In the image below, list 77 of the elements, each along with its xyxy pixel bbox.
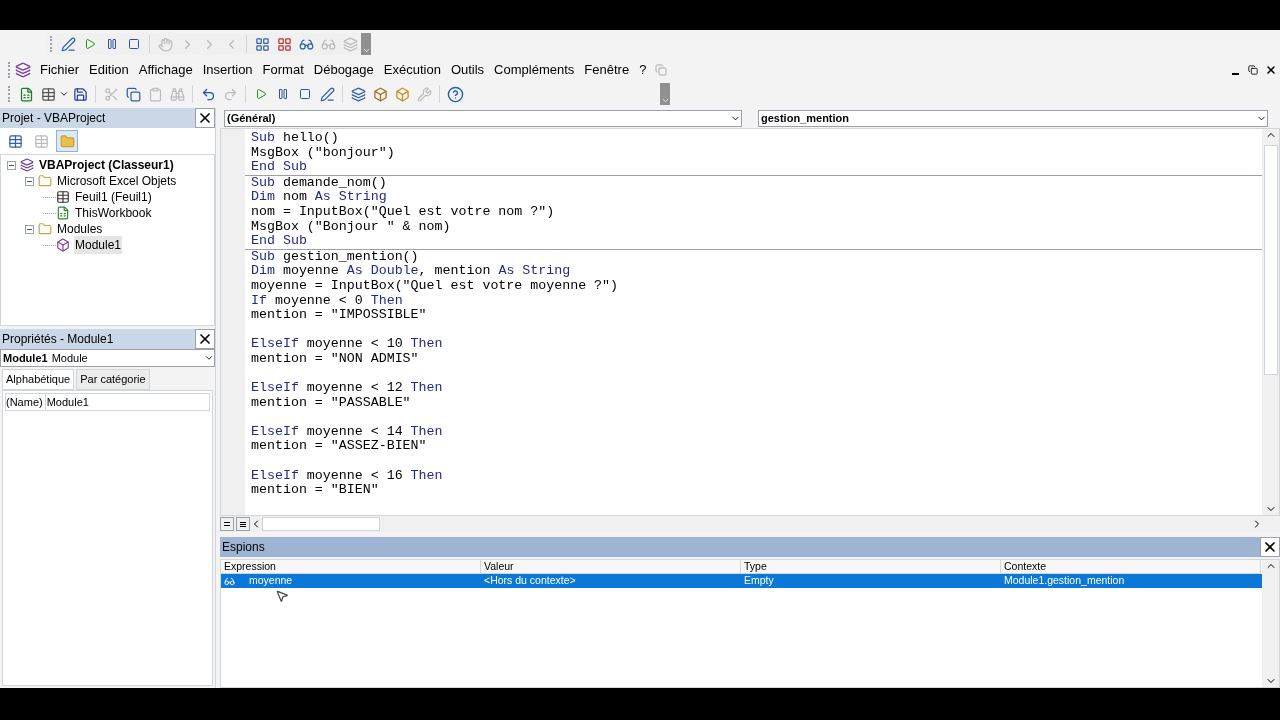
procedure-combo[interactable]: gestion_mention	[758, 109, 1268, 127]
code-line: mention = "IMPOSSIBLE"	[251, 308, 427, 323]
collapse-icon[interactable]	[7, 160, 16, 170]
code-line: Sub gestion_mention()	[251, 249, 419, 265]
code-line: Dim nom As String	[251, 190, 387, 205]
tab[interactable]: Par catégorie	[76, 369, 150, 390]
code-line: nom = InputBox("Quel est votre nom ?")	[251, 204, 555, 220]
menu-item[interactable]: ?	[634, 60, 652, 80]
mouse-cursor-icon	[275, 589, 289, 603]
menu-item[interactable]: Format	[257, 60, 309, 80]
full-module-view-icon[interactable]	[236, 517, 250, 531]
code-line: ElseIf moyenne < 12 Then	[251, 381, 443, 396]
column-header[interactable]: Type	[741, 560, 1001, 574]
code-line: If moyenne < 0 Then	[251, 293, 403, 309]
menu-item[interactable]: Exécution	[378, 60, 446, 80]
vertical-scrollbar[interactable]	[1262, 560, 1279, 687]
watch-icon	[224, 575, 235, 587]
menu-item[interactable]: Affichage	[133, 60, 198, 80]
code-line: mention = "NON ADMIS"	[251, 351, 419, 367]
module-icon	[56, 238, 70, 252]
tree-item[interactable]: Module1	[74, 236, 123, 254]
code-line: MsgBox ("bonjour")	[251, 145, 395, 161]
code-line: mention = "PASSABLE"	[251, 395, 411, 411]
tree-item[interactable]: ThisWorkbook	[74, 204, 153, 222]
menu-item[interactable]: Outils	[445, 60, 490, 80]
panel-title: Propriétés - Module1	[1, 331, 114, 348]
procedure-view-icon[interactable]	[220, 517, 234, 531]
object-combo[interactable]: Module1 Module	[0, 349, 215, 367]
column-header[interactable]: Valeur	[481, 560, 741, 574]
code-line: mention = "BIEN"	[251, 483, 379, 498]
folder-icon	[38, 222, 52, 236]
table-cell: <Hors du contexte>	[484, 573, 576, 589]
table-cell: Module1.gestion_mention	[1004, 573, 1125, 589]
close-icon[interactable]	[1260, 537, 1280, 557]
panel-title: Espions	[221, 539, 265, 556]
property-name: (Name)	[6, 393, 46, 410]
code-line: MsgBox ("Bonjour " & nom)	[251, 219, 451, 235]
project-icon	[20, 158, 34, 172]
tree-item[interactable]: VBAProject (Classeur1)	[38, 156, 175, 174]
tree-item[interactable]: Microsoft Excel Objets	[56, 172, 178, 190]
code-line: End Sub	[251, 234, 307, 249]
code-line: Dim moyenne As Double, mention As String	[251, 264, 571, 279]
vertical-scrollbar[interactable]	[1262, 129, 1279, 515]
menu-item[interactable]: Fenêtre	[579, 60, 635, 80]
collapse-icon[interactable]	[25, 224, 34, 234]
caret-icon[interactable]	[59, 89, 69, 99]
object-combo[interactable]: (Général)	[224, 109, 742, 127]
code-line: mention = "ASSEZ-BIEN"	[251, 439, 427, 455]
code-line: ElseIf moyenne < 10 Then	[251, 337, 443, 352]
code-line: Sub demande_nom()	[251, 175, 387, 191]
menu-item[interactable]: Compléments	[489, 60, 580, 80]
collapse-icon[interactable]	[25, 176, 34, 186]
menu-item[interactable]: Fichier	[35, 60, 84, 80]
watch-row[interactable]: moyenne <Hors du contexte> Empty Module1.gestion_mention	[221, 574, 1262, 588]
close-icon[interactable]	[195, 108, 215, 128]
menu-item[interactable]: Débogage	[308, 60, 379, 80]
property-value[interactable]: Module1	[45, 393, 89, 410]
column-header[interactable]: Expression	[221, 560, 481, 574]
tree-item[interactable]: Modules	[56, 220, 104, 238]
code-line: moyenne = InputBox("Quel est votre moyenne ?")	[251, 278, 619, 294]
toggle-folders-icon[interactable]	[56, 130, 78, 152]
panel-title: Projet - VBAProject	[1, 110, 106, 127]
tab[interactable]: Alphabétique	[2, 369, 75, 390]
menu-item[interactable]: Insertion	[197, 60, 258, 80]
table-cell: moyenne	[249, 573, 293, 589]
column-header[interactable]: Contexte	[1001, 560, 1261, 574]
code-line: End Sub	[251, 160, 307, 175]
workbook-icon	[56, 206, 70, 220]
sheet-icon	[56, 190, 70, 204]
close-icon[interactable]	[195, 329, 215, 349]
code-line: ElseIf moyenne < 16 Then	[251, 468, 443, 484]
tree-item[interactable]: Feuil1 (Feuil1)	[74, 188, 153, 206]
code-line: ElseIf moyenne < 14 Then	[251, 424, 443, 440]
menu-item[interactable]: Edition	[84, 60, 134, 80]
table-cell: Empty	[744, 573, 774, 589]
code-line: Sub hello()	[251, 131, 339, 146]
folder-icon	[38, 174, 52, 188]
